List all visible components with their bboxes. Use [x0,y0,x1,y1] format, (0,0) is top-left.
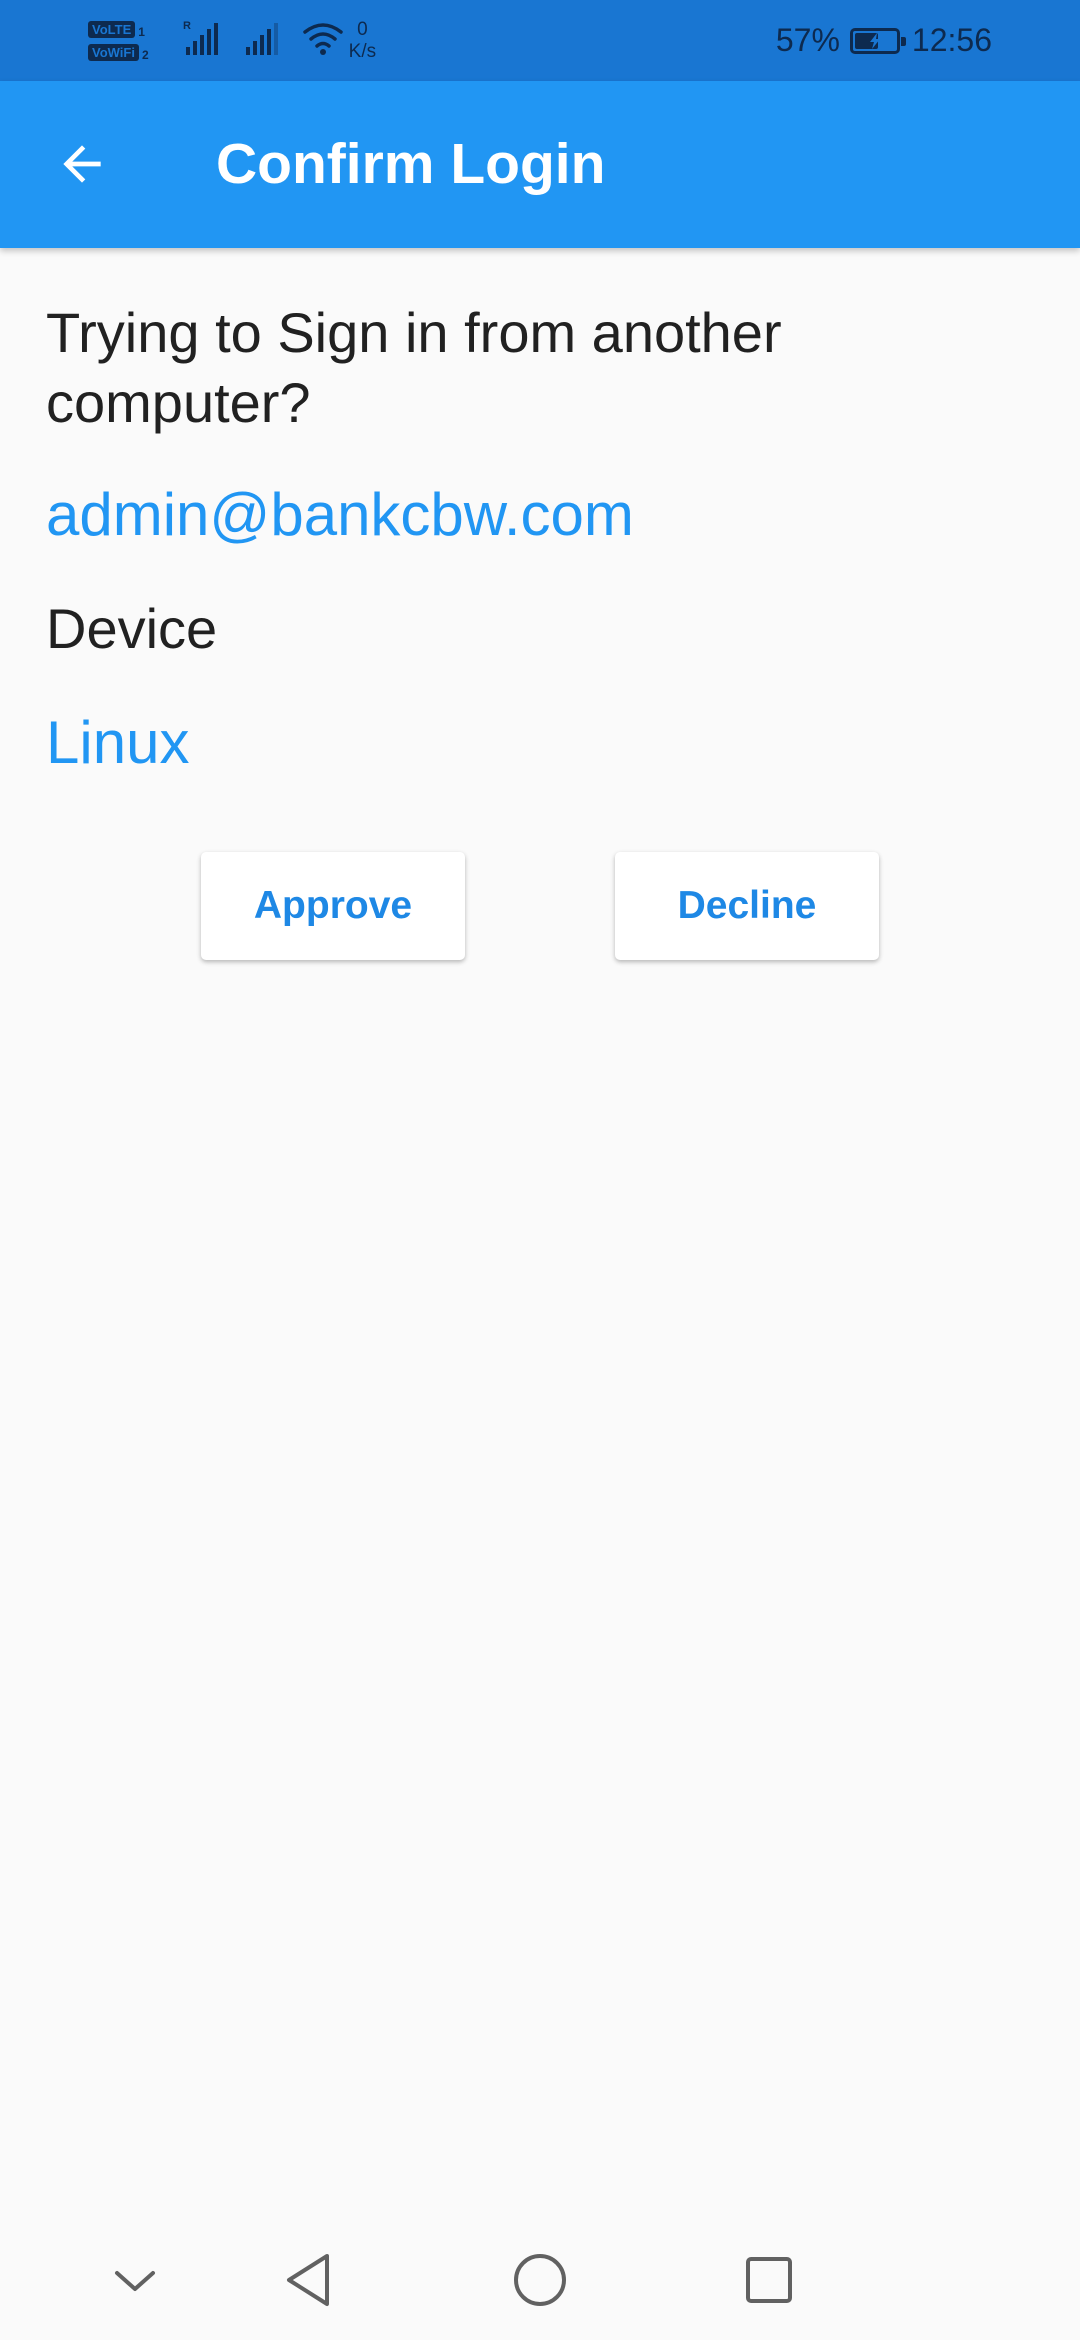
confirm-login-screen: VoLTE 1 VoWiFi 2 R 0 K/s 57% 12:56 Confi… [0,0,1080,2340]
arrow-back-icon [63,145,101,183]
vowifi-tag: VoWiFi [88,44,139,61]
nav-home-button[interactable] [494,2234,586,2326]
decline-button[interactable]: Decline [615,852,879,960]
hide-navbar-button[interactable] [89,2234,181,2326]
status-bar-left: VoLTE 1 VoWiFi 2 R 0 K/s [88,10,376,72]
app-bar: Confirm Login [0,81,1080,248]
nav-home-icon [514,2254,566,2306]
login-request-details: Trying to Sign in from another computer?… [46,248,1036,778]
wifi-icon [302,22,343,61]
signal-strength-icon-1: R [183,19,221,64]
status-bar-right: 57% 12:56 [776,0,992,81]
back-button[interactable] [36,118,128,210]
account-email: admin@bankcbw.com [46,481,634,548]
network-speed-value: 0 [357,19,368,40]
network-speed: 0 K/s [349,19,376,63]
network-speed-unit: K/s [348,41,377,62]
system-navigation-bar [0,2220,1080,2340]
approve-button[interactable]: Approve [201,852,465,960]
roaming-mark: R [183,20,191,32]
charging-bolt-icon [869,32,880,49]
volte-tag: VoLTE [88,21,136,38]
sign-in-prompt: Trying to Sign in from another computer? [46,301,782,434]
device-value: Linux [46,709,190,776]
status-bar: VoLTE 1 VoWiFi 2 R 0 K/s 57% 12:56 [0,0,1080,81]
signal-strength-icon-2 [243,19,281,64]
chevron-down-icon [115,2271,155,2291]
vowifi-indicator: VoWiFi 2 [88,44,149,61]
confirm-actions: Approve Decline [0,852,1080,960]
battery-icon [849,27,906,54]
carrier-tags: VoLTE 1 VoWiFi 2 [88,21,149,61]
nav-recent-button[interactable] [723,2234,815,2326]
volte-sim-number: 1 [138,25,145,39]
volte-indicator: VoLTE 1 [88,21,149,38]
nav-back-button[interactable] [263,2234,355,2326]
battery-percent: 57% [775,22,840,58]
page-title: Confirm Login [216,132,606,196]
vowifi-sim-number: 2 [141,48,149,62]
nav-recent-icon [746,2257,792,2303]
nav-back-icon [287,2254,329,2306]
clock: 12:56 [911,22,992,58]
device-label: Device [46,597,218,660]
